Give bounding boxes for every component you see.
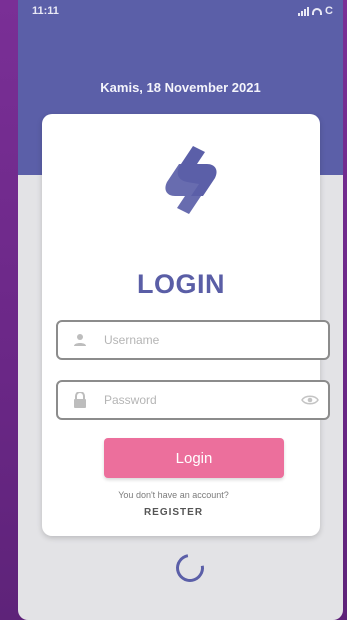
user-icon — [58, 333, 102, 347]
phone-screen: 11:11 C Kamis, 18 November 2021 LOGIN — [18, 0, 343, 620]
username-input[interactable] — [102, 332, 328, 348]
password-input[interactable] — [102, 392, 292, 408]
form-layer — [18, 0, 343, 620]
username-field[interactable] — [56, 320, 330, 360]
login-button[interactable]: Login — [104, 438, 284, 478]
register-link[interactable]: REGISTER — [0, 507, 347, 518]
lock-icon — [58, 392, 102, 408]
password-field[interactable] — [56, 380, 330, 420]
eye-icon[interactable] — [292, 394, 328, 406]
no-account-text: You don't have an account? — [118, 490, 229, 500]
